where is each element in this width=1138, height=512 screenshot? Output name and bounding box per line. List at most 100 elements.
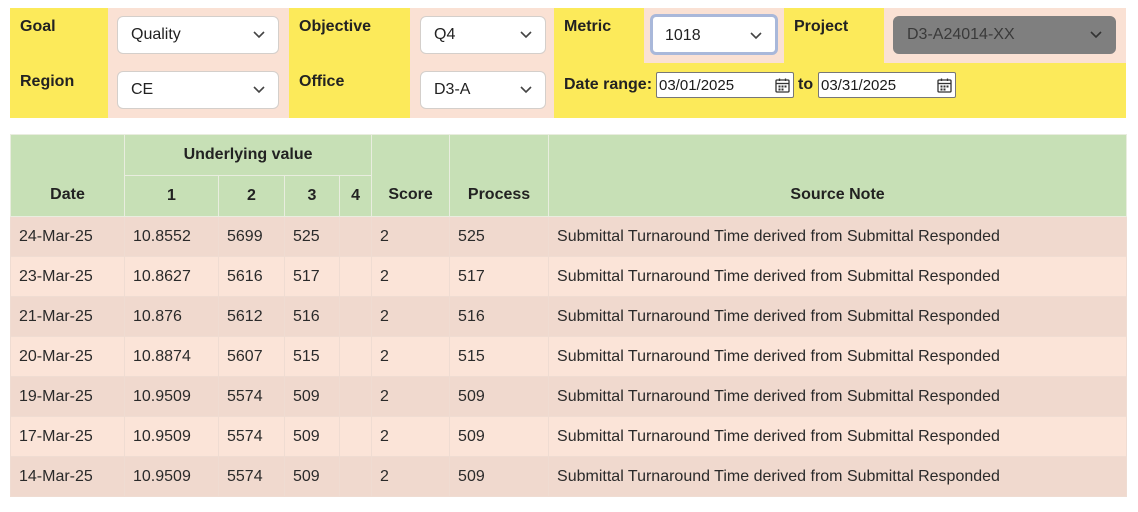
cell-value-1: 10.9509: [124, 456, 219, 497]
cell-date: 24-Mar-25: [10, 216, 125, 257]
table-row: 20-Mar-25 10.8874 5607 515 2 515 Submitt…: [10, 336, 1128, 377]
chevron-down-icon: [520, 31, 532, 39]
cell-value-3: 509: [284, 416, 340, 457]
cell-value-1: 10.9509: [124, 416, 219, 457]
office-select[interactable]: D3-A: [420, 71, 546, 109]
project-label: Project: [784, 8, 884, 63]
cell-process: 517: [449, 256, 550, 297]
objective-cell: Q4: [410, 8, 554, 63]
cell-value-4: [338, 216, 373, 257]
table-row: 23-Mar-25 10.8627 5616 517 2 517 Submitt…: [10, 256, 1128, 297]
cell-value-4: [338, 376, 373, 417]
region-label: Region: [10, 63, 108, 118]
cell-date: 19-Mar-25: [10, 376, 125, 417]
objective-select-value: Q4: [434, 26, 456, 43]
cell-value-2: 5616: [218, 256, 285, 297]
cell-value-3: 509: [284, 376, 340, 417]
calendar-icon[interactable]: [937, 78, 952, 93]
table-row: 24-Mar-25 10.8552 5699 525 2 525 Submitt…: [10, 216, 1128, 257]
cell-score: 2: [371, 336, 451, 377]
cell-process: 509: [449, 416, 550, 457]
data-table: Date Underlying value Score Process Sour…: [10, 134, 1128, 497]
date-from-input[interactable]: 03/01/2025: [656, 72, 794, 98]
objective-select[interactable]: Q4: [420, 16, 546, 54]
col-header-score: Score: [371, 134, 451, 217]
cell-value-1: 10.9509: [124, 376, 219, 417]
cell-value-4: [338, 296, 373, 337]
chevron-down-icon: [253, 86, 265, 94]
col-header-sub-2: 2: [218, 175, 285, 217]
cell-value-3: 525: [284, 216, 340, 257]
cell-process: 525: [449, 216, 550, 257]
cell-process: 509: [449, 456, 550, 497]
col-header-date: Date: [10, 134, 125, 217]
chevron-down-icon: [1090, 31, 1102, 39]
cell-date: 17-Mar-25: [10, 416, 125, 457]
project-select[interactable]: D3-A24014-XX: [893, 16, 1116, 54]
project-cell: D3-A24014-XX: [884, 8, 1126, 63]
cell-value-2: 5612: [218, 296, 285, 337]
goal-label: Goal: [10, 8, 108, 63]
col-header-sub-3: 3: [284, 175, 340, 217]
region-select-value: CE: [131, 81, 154, 98]
cell-value-3: 516: [284, 296, 340, 337]
date-range-to-label: to: [798, 76, 814, 93]
cell-value-2: 5607: [218, 336, 285, 377]
date-to-value: 03/31/2025: [821, 77, 897, 94]
table-row: 14-Mar-25 10.9509 5574 509 2 509 Submitt…: [10, 456, 1128, 497]
cell-score: 2: [371, 376, 451, 417]
calendar-icon[interactable]: [775, 78, 790, 93]
date-to-input[interactable]: 03/31/2025: [818, 72, 956, 98]
metric-select[interactable]: 1018: [650, 14, 778, 55]
cell-score: 2: [371, 256, 451, 297]
cell-date: 21-Mar-25: [10, 296, 125, 337]
cell-score: 2: [371, 296, 451, 337]
region-select[interactable]: CE: [117, 71, 279, 109]
cell-date: 23-Mar-25: [10, 256, 125, 297]
cell-value-2: 5699: [218, 216, 285, 257]
col-header-sub-1: 1: [124, 175, 219, 217]
cell-value-3: 517: [284, 256, 340, 297]
cell-date: 20-Mar-25: [10, 336, 125, 377]
cell-process: 515: [449, 336, 550, 377]
col-header-underlying: Underlying value: [123, 134, 373, 176]
cell-source-note: Submittal Turnaround Time derived from S…: [548, 376, 1128, 417]
chevron-down-icon: [520, 86, 532, 94]
filter-panel: Goal Quality Objective Q4 Metric 1018 Pr…: [10, 8, 1126, 118]
cell-value-4: [338, 416, 373, 457]
goal-cell: Quality: [108, 8, 289, 63]
region-cell: CE: [108, 63, 289, 118]
col-header-source-note: Source Note: [548, 134, 1128, 217]
cell-score: 2: [371, 456, 451, 497]
cell-source-note: Submittal Turnaround Time derived from S…: [548, 256, 1128, 297]
cell-value-2: 5574: [218, 376, 285, 417]
cell-value-1: 10.8627: [124, 256, 219, 297]
cell-value-2: 5574: [218, 456, 285, 497]
cell-value-2: 5574: [218, 416, 285, 457]
cell-value-1: 10.876: [124, 296, 219, 337]
table-row: 21-Mar-25 10.876 5612 516 2 516 Submitta…: [10, 296, 1128, 337]
metric-select-value: 1018: [665, 27, 701, 44]
cell-process: 516: [449, 296, 550, 337]
cell-value-3: 515: [284, 336, 340, 377]
goal-select[interactable]: Quality: [117, 16, 279, 54]
date-from-value: 03/01/2025: [659, 77, 735, 94]
cell-date: 14-Mar-25: [10, 456, 125, 497]
cell-value-4: [338, 256, 373, 297]
office-label: Office: [289, 63, 410, 118]
cell-value-4: [338, 336, 373, 377]
project-select-value: D3-A24014-XX: [907, 26, 1015, 43]
cell-source-note: Submittal Turnaround Time derived from S…: [548, 336, 1128, 377]
cell-value-3: 509: [284, 456, 340, 497]
objective-label: Objective: [289, 8, 410, 63]
cell-value-4: [338, 456, 373, 497]
table-row: 19-Mar-25 10.9509 5574 509 2 509 Submitt…: [10, 376, 1128, 417]
chevron-down-icon: [253, 31, 265, 39]
col-header-process: Process: [449, 134, 550, 217]
metric-cell: 1018: [644, 8, 784, 63]
cell-source-note: Submittal Turnaround Time derived from S…: [548, 456, 1128, 497]
col-header-sub-4: 4: [338, 175, 373, 217]
metric-label: Metric: [554, 8, 644, 63]
office-select-value: D3-A: [434, 81, 471, 98]
cell-source-note: Submittal Turnaround Time derived from S…: [548, 296, 1128, 337]
